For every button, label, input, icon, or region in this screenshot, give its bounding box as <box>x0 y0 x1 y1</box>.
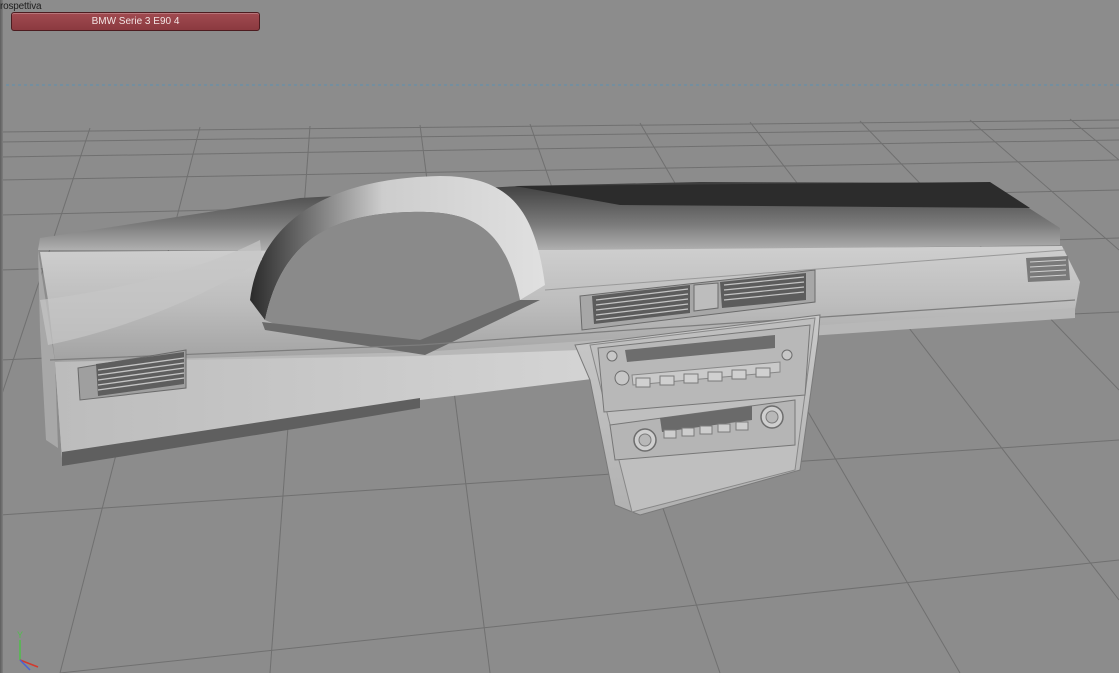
center-console <box>574 314 821 516</box>
axis-label-y: Y <box>17 630 23 640</box>
3d-viewport[interactable]: Y rospettiva BMW Serie 3 E90 4 <box>0 0 1119 673</box>
dashboard-model <box>38 176 1080 516</box>
axis-gizmo: Y <box>17 630 39 671</box>
viewport-left-border <box>0 0 3 673</box>
right-air-vent <box>1026 256 1070 282</box>
object-name-tag[interactable]: BMW Serie 3 E90 4 <box>11 12 260 31</box>
viewport-canvas[interactable]: Y <box>0 0 1119 673</box>
